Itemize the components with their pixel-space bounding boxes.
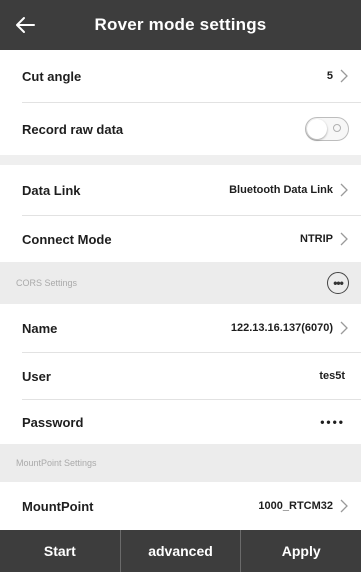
mountpoint-settings-label: MountPoint Settings xyxy=(16,458,97,468)
top-bar: Rover mode settings xyxy=(0,0,361,50)
cut-angle-label: Cut angle xyxy=(22,68,82,84)
connect-mode-row[interactable]: Connect Mode NTRIP xyxy=(0,216,361,262)
cors-name-row[interactable]: Name 122.13.16.137(6070) xyxy=(0,304,361,352)
record-raw-data-label: Record raw data xyxy=(22,121,124,137)
mountpoint-label: MountPoint xyxy=(22,498,94,514)
cors-user-value: tes5t xyxy=(319,370,345,382)
page-title: Rover mode settings xyxy=(94,15,267,34)
cors-name-label: Name xyxy=(22,320,58,336)
connect-mode-label: Connect Mode xyxy=(22,231,112,247)
cors-user-label: User xyxy=(22,368,51,384)
mountpoint-settings-header: MountPoint Settings xyxy=(0,444,361,482)
rover-mode-settings-screen: Rover mode settings Cut angle 5 Record r… xyxy=(0,0,361,572)
mountpoint-value: 1000_RTCM32 xyxy=(258,500,333,512)
chevron-right-icon xyxy=(340,232,348,246)
toggle-knob xyxy=(307,119,327,139)
more-icon[interactable]: ••• xyxy=(327,272,349,294)
start-button[interactable]: Start xyxy=(0,530,121,572)
mountpoint-row[interactable]: MountPoint 1000_RTCM32 xyxy=(0,482,361,530)
advanced-button[interactable]: advanced xyxy=(121,530,242,572)
record-raw-data-toggle[interactable] xyxy=(305,117,349,141)
cors-password-label: Password xyxy=(22,414,84,430)
cors-user-row[interactable]: User tes5t xyxy=(0,353,361,399)
cut-angle-row[interactable]: Cut angle 5 xyxy=(0,50,361,102)
data-link-value: Bluetooth Data Link xyxy=(229,184,333,196)
cors-settings-label: CORS Settings xyxy=(16,278,78,288)
cors-name-value: 122.13.16.137(6070) xyxy=(230,322,333,334)
chevron-right-icon xyxy=(340,321,348,335)
chevron-right-icon xyxy=(340,183,348,197)
group-gap xyxy=(0,155,361,165)
cors-settings-header: CORS Settings ••• xyxy=(0,262,361,304)
cut-angle-value: 5 xyxy=(326,70,333,82)
bottom-action-bar: Start advanced Apply xyxy=(0,530,361,572)
chevron-right-icon xyxy=(340,499,348,513)
record-raw-data-row: Record raw data xyxy=(0,103,361,155)
data-link-label: Data Link xyxy=(22,182,81,198)
chevron-right-icon xyxy=(340,69,348,83)
data-link-row[interactable]: Data Link Bluetooth Data Link xyxy=(0,165,361,215)
cors-password-row[interactable]: Password •••• xyxy=(0,400,361,444)
apply-button[interactable]: Apply xyxy=(241,530,361,572)
cors-password-value: •••• xyxy=(320,415,345,429)
connect-mode-value: NTRIP xyxy=(300,233,333,245)
arrow-left-icon xyxy=(16,17,35,33)
back-button[interactable] xyxy=(10,10,40,40)
toggle-off-indicator-icon xyxy=(333,124,341,132)
